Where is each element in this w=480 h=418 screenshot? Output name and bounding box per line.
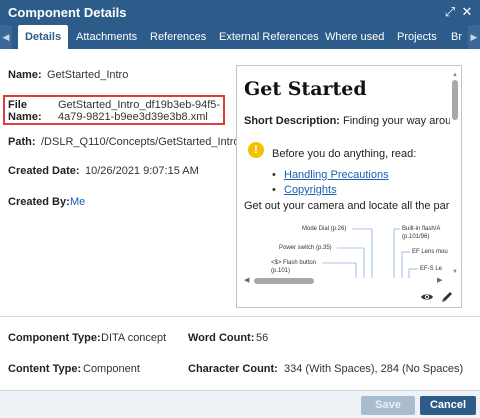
- section-divider: [0, 316, 480, 317]
- preview-document: Get Started Short Description: Finding y…: [244, 74, 450, 278]
- preview-note-text: Before you do anything, read:: [272, 148, 417, 160]
- file-name-value-line2: 4a79-9821-b9ee3d39e3b8.xml: [58, 111, 208, 123]
- save-button[interactable]: Save: [361, 396, 415, 415]
- created-date-label: Created Date:: [8, 165, 80, 177]
- document-preview: Get Started Short Description: Finding y…: [236, 65, 462, 308]
- preview-horizontal-scrollbar[interactable]: ◀ ▶: [244, 276, 444, 286]
- preview-short-label: Short Description:: [244, 115, 340, 127]
- created-by-link[interactable]: Me: [70, 196, 85, 208]
- tab-scroll-left-icon[interactable]: ◀: [0, 25, 12, 49]
- path-label: Path:: [8, 136, 36, 148]
- preview-vertical-scroll-thumb[interactable]: [452, 80, 458, 120]
- path-value: /DSLR_Q110/Concepts/GetStarted_Intro: [41, 136, 240, 148]
- close-icon[interactable]: ✕: [459, 3, 475, 21]
- content-type-label: Content Type:: [8, 363, 82, 375]
- preview-short-description: Short Description: Finding your way arou: [244, 115, 450, 127]
- cancel-button[interactable]: Cancel: [420, 396, 476, 415]
- preview-link-copyrights[interactable]: Copyrights: [272, 184, 336, 196]
- file-label: File: [8, 99, 27, 111]
- preview-short-text: Finding your way arou: [343, 115, 450, 127]
- dialog-title: Component Details: [8, 5, 127, 20]
- camera-diagram: Mode Dial (p.26) Built-in flash/A (p.101…: [244, 218, 450, 278]
- tab-references[interactable]: References: [150, 25, 206, 49]
- tab-scroll-right-icon[interactable]: ▶: [468, 25, 480, 49]
- scroll-up-icon[interactable]: ▲: [451, 72, 459, 78]
- preview-vertical-scrollbar[interactable]: ▲ ▼: [451, 72, 459, 280]
- scroll-down-icon[interactable]: ▼: [451, 269, 459, 275]
- tab-where-used[interactable]: Where used: [325, 25, 384, 49]
- preview-heading: Get Started: [244, 78, 367, 100]
- tab-attachments[interactable]: Attachments: [76, 25, 137, 49]
- tab-bar: ◀ Details Attachments References Externa…: [0, 25, 480, 49]
- eye-icon[interactable]: [420, 290, 434, 304]
- scroll-right-icon[interactable]: ▶: [437, 276, 442, 284]
- file-name-value-line1: GetStarted_Intro_df19b3eb-94f5-: [58, 99, 221, 111]
- component-type-value: DITA concept: [101, 332, 167, 344]
- dialog-footer: Save Cancel: [0, 390, 480, 418]
- character-count-label: Character Count:: [188, 363, 278, 375]
- file-name-label: Name:: [8, 111, 42, 123]
- name-value: GetStarted_Intro: [47, 69, 129, 81]
- word-count-label: Word Count:: [188, 332, 255, 344]
- tab-external-references[interactable]: External References: [219, 25, 319, 49]
- created-date-value: 10/26/2021 9:07:15 AM: [85, 165, 199, 177]
- tab-projects[interactable]: Projects: [397, 25, 437, 49]
- created-by-label: Created By:: [8, 196, 70, 208]
- word-count-value: 56: [256, 332, 269, 344]
- scroll-left-icon[interactable]: ◀: [244, 276, 249, 284]
- diagram-leader-lines: [322, 228, 418, 278]
- content-type-value: Component: [83, 363, 140, 375]
- preview-link-handling-precautions[interactable]: Handling Precautions: [272, 169, 389, 181]
- expand-icon[interactable]: ⤢: [442, 3, 458, 21]
- character-count-value: 334 (With Spaces), 284 (No Spaces): [284, 363, 464, 375]
- component-type-label: Component Type:: [8, 332, 101, 344]
- preview-horizontal-scroll-thumb[interactable]: [254, 278, 314, 284]
- tab-br[interactable]: Br: [451, 25, 462, 49]
- name-label: Name:: [8, 69, 42, 81]
- pencil-icon[interactable]: [440, 290, 454, 304]
- dialog-titlebar: Component Details ⤢ ✕: [0, 0, 480, 25]
- warning-icon: !: [248, 142, 264, 158]
- tab-details[interactable]: Details: [18, 25, 69, 49]
- details-panel: Name: GetStarted_Intro File Name: GetSta…: [0, 49, 480, 389]
- preview-paragraph: Get out your camera and locate all the p…: [244, 200, 450, 212]
